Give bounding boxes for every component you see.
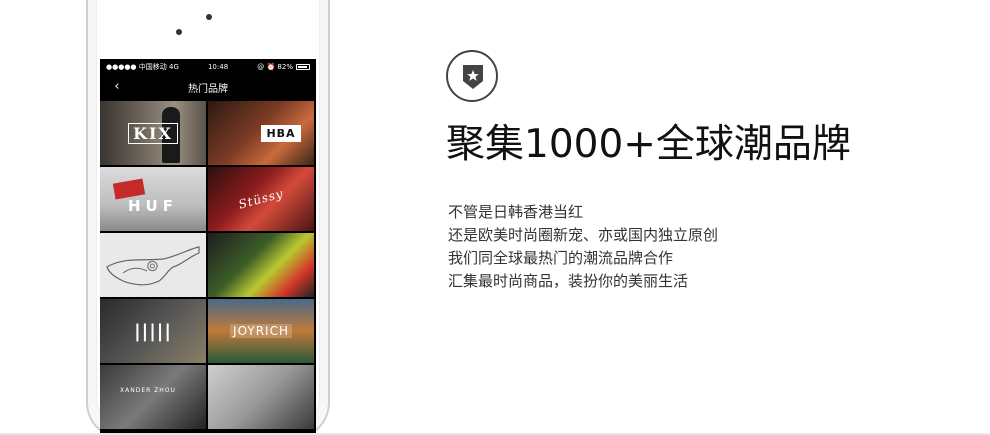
undftd-logo-icon: |||||	[134, 320, 172, 342]
feature-description: 不管是日韩香港当红 还是欧美时尚圈新宠、亦或国内独立原创 我们同全球最热门的潮流…	[448, 201, 718, 293]
phone-screen: ●●●●● 中国移动 4G 10:48 @ ⏰ 82% ‹ 热门品牌 KIX H…	[100, 59, 316, 435]
carrier-signal: ●●●●● 中国移动 4G	[106, 62, 179, 71]
status-right: @ ⏰ 82%	[257, 63, 310, 71]
status-time: 10:48	[207, 62, 229, 71]
brand-tile-hba[interactable]: HBA	[208, 101, 314, 165]
description-line: 我们同全球最热门的潮流品牌合作	[448, 249, 674, 267]
brand-tile-sneakers[interactable]	[208, 233, 314, 297]
nav-bar: ‹ 热门品牌	[100, 74, 316, 101]
promo-page: ●●●●● 中国移动 4G 10:48 @ ⏰ 82% ‹ 热门品牌 KIX H…	[0, 0, 990, 435]
phone-earpiece	[176, 29, 182, 35]
brand-label: Stüssy	[237, 186, 285, 212]
description-line: 还是欧美时尚圈新宠、亦或国内独立原创	[448, 226, 719, 244]
status-bar: ●●●●● 中国移动 4G 10:48 @ ⏰ 82%	[100, 59, 316, 74]
brand-tile-joyrich[interactable]: JOYRICH	[208, 299, 314, 363]
brand-grid: KIX HBA HUF Stüssy ⊚ ||||| JOYRICH XANDE…	[100, 101, 316, 429]
brand-tile-xander-zhou[interactable]: XANDER ZHOU	[100, 365, 206, 429]
brand-label: ⊚	[145, 255, 161, 275]
phone-speaker-slot	[206, 14, 212, 20]
status-indicators: @ ⏰ 82%	[257, 62, 293, 71]
brand-label: HBA	[261, 124, 301, 142]
brand-label: XANDER ZHOU	[120, 387, 176, 394]
brand-tile-hand[interactable]: ⊚	[100, 233, 206, 297]
chevron-left-icon[interactable]: ‹	[110, 79, 124, 95]
battery-icon	[295, 63, 310, 70]
brand-label: JOYRICH	[230, 324, 292, 338]
brand-tile-kix[interactable]: KIX	[100, 101, 206, 165]
brand-tile-undftd[interactable]: |||||	[100, 299, 206, 363]
description-line: 不管是日韩香港当红	[448, 203, 584, 221]
brand-tile-stussy[interactable]: Stüssy	[208, 167, 314, 231]
description-line: 汇集最时尚商品，装扮你的美丽生活	[448, 272, 689, 290]
brand-label: HUF	[128, 197, 178, 215]
brand-tile-graffiti[interactable]	[208, 365, 314, 429]
shield-star-icon	[446, 50, 498, 102]
brand-label: KIX	[128, 122, 178, 144]
brand-tile-huf[interactable]: HUF	[100, 167, 206, 231]
nav-title: 热门品牌	[188, 84, 228, 95]
feature-headline: 聚集1000+全球潮品牌	[446, 122, 851, 167]
